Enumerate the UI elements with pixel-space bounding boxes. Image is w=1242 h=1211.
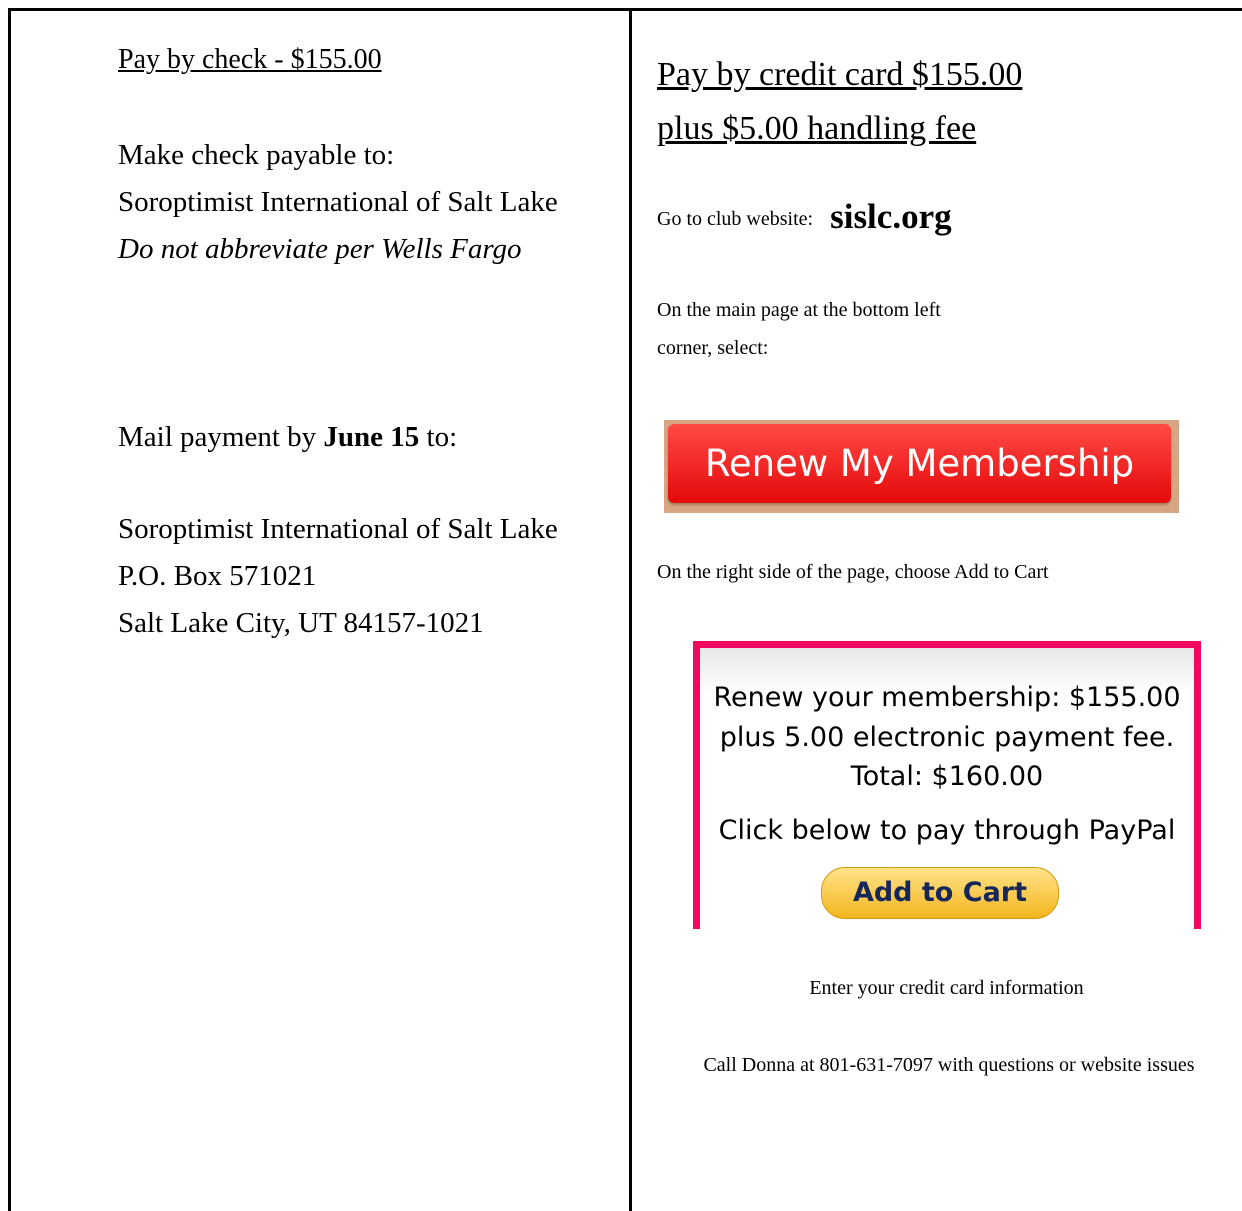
payable-block: Make check payable to: Soroptimist Inter… [118,132,558,273]
enter-card-instruction: Enter your credit card information [809,977,1084,999]
contact-instruction: Call Donna at 801-631-7097 with question… [703,1054,1195,1076]
main-page-line-2: corner, select: [657,337,769,359]
mail-prefix: Mail payment by [118,421,317,453]
payment-fee-line: plus 5.00 electronic payment fee. [719,722,1175,753]
payable-label: Make check payable to: [118,139,395,171]
website-instruction: Go to club website: sislc.org [657,198,952,238]
mail-instruction: Mail payment by June 15 to: [118,414,457,461]
column-divider [629,8,632,1211]
renewal-price-line: Renew your membership: $155.00 [713,682,1181,713]
address-line: Salt Lake City, UT 84157-1021 [118,607,484,639]
card-heading-line-1: Pay by credit card $155.00 [657,56,1023,93]
mail-date: June 15 [323,421,420,453]
card-heading-line-2: plus $5.00 handling fee [657,110,977,147]
renew-button-screenshot: Renew My Membership [664,420,1179,513]
renew-membership-button[interactable]: Renew My Membership [668,424,1171,503]
payee-name: Soroptimist International of Salt Lake [118,186,558,218]
table-top-border [8,8,1242,11]
add-to-cart-instruction: On the right side of the page, choose Ad… [657,561,1049,583]
abbreviation-note: Do not abbreviate per Wells Fargo [118,233,522,265]
mailing-address: Soroptimist International of Salt Lake P… [118,506,558,647]
paypal-panel-screenshot: Renew your membership: $155.00 plus 5.00… [693,641,1201,929]
add-to-cart-button[interactable]: Add to Cart [821,867,1059,919]
website-label: Go to club website: [657,208,814,230]
paypal-instruction: Click below to pay through PayPal [718,815,1176,846]
main-page-line-1: On the main page at the bottom left [657,299,941,321]
check-heading: Pay by check - $155.00 [118,44,382,75]
table-left-border [8,8,11,1211]
address-line: P.O. Box 571021 [118,560,317,592]
website-link[interactable]: sislc.org [830,197,952,236]
card-heading: Pay by credit card $155.00 plus $5.00 ha… [657,48,1022,156]
main-page-instruction: On the main page at the bottom left corn… [657,291,941,367]
mail-suffix: to: [426,421,458,453]
total-line: Total: $160.00 [850,761,1044,792]
address-line: Soroptimist International of Salt Lake [118,513,558,545]
